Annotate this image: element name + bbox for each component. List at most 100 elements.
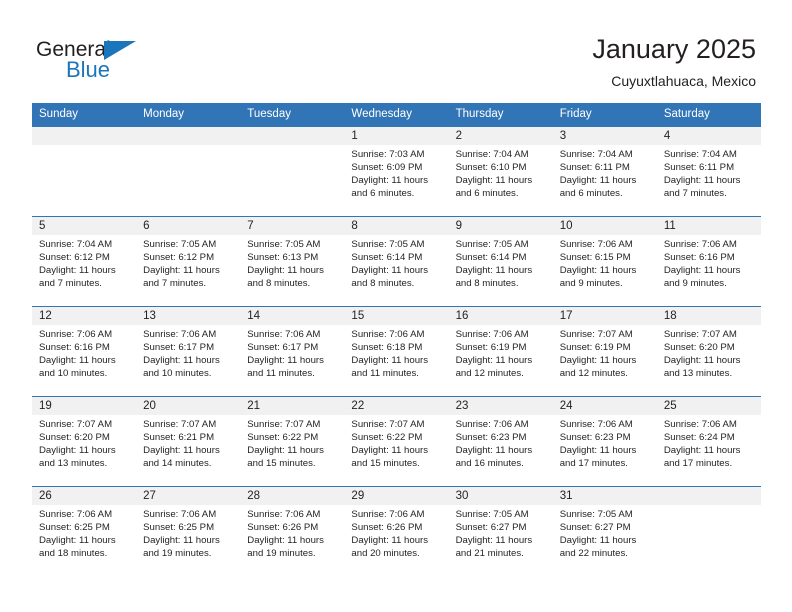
daylight-duration-line2: and 8 minutes. <box>455 278 519 289</box>
day-details: Sunrise: 7:07 AM Sunset: 6:22 PM Daylight:… <box>344 415 448 470</box>
daylight-duration-line1: Daylight: 11 hours <box>455 445 533 456</box>
day-cell-inner: 16 Sunrise: 7:06 AM Sunset: 6:19 PM Dayligh… <box>448 307 553 396</box>
calendar-day-cell[interactable]: 18 Sunrise: 7:07 AM Sunset: 6:20 PM Dayligh… <box>656 306 761 397</box>
day-number: 27 <box>136 487 241 505</box>
calendar-day-cell[interactable]: 8 Sunrise: 7:05 AM Sunset: 6:14 PM Daylight… <box>344 216 449 307</box>
sunset-time: Sunset: 6:17 PM <box>143 342 215 353</box>
daylight-duration-line1: Daylight: 11 hours <box>559 535 637 546</box>
daylight-duration-line2: and 6 minutes. <box>351 188 415 199</box>
daylight-duration-line1: Daylight: 11 hours <box>39 355 116 366</box>
day-cell-inner: 8 Sunrise: 7:05 AM Sunset: 6:14 PM Daylight… <box>344 217 449 306</box>
calendar-week-row: 5 Sunrise: 7:04 AM Sunset: 6:12 PM Daylight… <box>32 216 761 307</box>
calendar-day-cell[interactable]: 6 Sunrise: 7:05 AM Sunset: 6:12 PM Daylight… <box>136 216 241 307</box>
day-details: Sunrise: 7:06 AM Sunset: 6:18 PM Daylight:… <box>344 325 448 380</box>
calendar-day-cell[interactable]: 21 Sunrise: 7:07 AM Sunset: 6:22 PM Dayligh… <box>240 396 345 487</box>
daylight-duration-line1: Daylight: 11 hours <box>39 265 116 276</box>
sunset-time: Sunset: 6:25 PM <box>143 522 215 533</box>
daylight-duration-line2: and 20 minutes. <box>351 548 420 559</box>
day-number: 14 <box>240 307 345 325</box>
sunrise-time: Sunrise: 7:07 AM <box>39 419 113 430</box>
sunrise-time: Sunrise: 7:07 AM <box>663 329 737 340</box>
calendar-week-row: 1 Sunrise: 7:03 AM Sunset: 6:09 PM Daylight… <box>32 126 761 217</box>
daylight-duration-line2: and 22 minutes. <box>559 548 628 559</box>
daylight-duration-line2: and 17 minutes. <box>663 458 733 469</box>
sunset-time: Sunset: 6:14 PM <box>455 252 527 263</box>
daylight-duration-line2: and 11 minutes. <box>351 368 419 379</box>
daylight-duration-line1: Daylight: 11 hours <box>143 445 220 456</box>
calendar-day-cell[interactable]: 2 Sunrise: 7:04 AM Sunset: 6:10 PM Daylight… <box>448 126 553 217</box>
sunset-time: Sunset: 6:19 PM <box>455 342 527 353</box>
day-cell-inner: 19 Sunrise: 7:07 AM Sunset: 6:20 PM Dayligh… <box>32 397 137 486</box>
calendar-day-cell[interactable]: 15 Sunrise: 7:06 AM Sunset: 6:18 PM Dayligh… <box>344 306 449 397</box>
day-number: 24 <box>552 397 657 415</box>
day-cell-inner: 6 Sunrise: 7:05 AM Sunset: 6:12 PM Daylight… <box>136 217 241 306</box>
sunset-time: Sunset: 6:11 PM <box>663 162 735 173</box>
calendar-day-cell[interactable]: 24 Sunrise: 7:06 AM Sunset: 6:23 PM Dayligh… <box>552 396 657 487</box>
day-cell-inner: 29 Sunrise: 7:06 AM Sunset: 6:26 PM Dayligh… <box>344 487 449 577</box>
calendar-week-row: 19 Sunrise: 7:07 AM Sunset: 6:20 PM Dayligh… <box>32 396 761 487</box>
sunrise-time: Sunrise: 7:07 AM <box>247 419 321 430</box>
day-details <box>657 505 761 508</box>
daylight-duration-line1: Daylight: 11 hours <box>351 265 429 276</box>
calendar-week-row: 26 Sunrise: 7:06 AM Sunset: 6:25 PM Dayligh… <box>32 486 761 577</box>
calendar-day-cell[interactable]: 4 Sunrise: 7:04 AM Sunset: 6:11 PM Daylight… <box>656 126 761 217</box>
calendar-day-cell[interactable]: 3 Sunrise: 7:04 AM Sunset: 6:11 PM Daylight… <box>552 126 657 217</box>
calendar-day-cell[interactable]: 28 Sunrise: 7:06 AM Sunset: 6:26 PM Dayligh… <box>240 486 345 577</box>
day-details: Sunrise: 7:04 AM Sunset: 6:11 PM Daylight:… <box>657 145 761 200</box>
calendar-day-cell[interactable]: 1 Sunrise: 7:03 AM Sunset: 6:09 PM Daylight… <box>344 126 449 217</box>
calendar-day-cell[interactable]: 14 Sunrise: 7:06 AM Sunset: 6:17 PM Dayligh… <box>240 306 345 397</box>
calendar-day-cell[interactable]: 26 Sunrise: 7:06 AM Sunset: 6:25 PM Dayligh… <box>32 486 137 577</box>
sunrise-time: Sunrise: 7:05 AM <box>143 239 217 250</box>
daylight-duration-line2: and 6 minutes. <box>455 188 519 199</box>
day-cell-inner: 23 Sunrise: 7:06 AM Sunset: 6:23 PM Dayligh… <box>448 397 553 486</box>
day-cell-inner: 21 Sunrise: 7:07 AM Sunset: 6:22 PM Dayligh… <box>240 397 345 486</box>
calendar-day-cell[interactable]: 22 Sunrise: 7:07 AM Sunset: 6:22 PM Dayligh… <box>344 396 449 487</box>
sunset-time: Sunset: 6:15 PM <box>559 252 631 263</box>
daylight-duration-line1: Daylight: 11 hours <box>143 535 220 546</box>
calendar-day-cell[interactable]: 13 Sunrise: 7:06 AM Sunset: 6:17 PM Dayligh… <box>136 306 241 397</box>
day-cell-inner <box>240 127 345 216</box>
calendar-day-cell[interactable]: 7 Sunrise: 7:05 AM Sunset: 6:13 PM Daylight… <box>240 216 345 307</box>
daylight-duration-line1: Daylight: 11 hours <box>351 355 429 366</box>
page-header: General Blue January 2025 Cuyuxtlahuaca,… <box>0 0 792 100</box>
calendar-day-cell[interactable]: 23 Sunrise: 7:06 AM Sunset: 6:23 PM Dayligh… <box>448 396 553 487</box>
daylight-duration-line2: and 15 minutes. <box>247 458 316 469</box>
daylight-duration-line2: and 9 minutes. <box>559 278 623 289</box>
calendar-day-cell[interactable]: 5 Sunrise: 7:04 AM Sunset: 6:12 PM Daylight… <box>32 216 137 307</box>
calendar-day-cell[interactable]: 17 Sunrise: 7:07 AM Sunset: 6:19 PM Dayligh… <box>552 306 657 397</box>
day-details: Sunrise: 7:06 AM Sunset: 6:17 PM Daylight:… <box>240 325 344 380</box>
calendar-day-cell[interactable]: 31 Sunrise: 7:05 AM Sunset: 6:27 PM Dayligh… <box>552 486 657 577</box>
calendar-day-cell[interactable]: 29 Sunrise: 7:06 AM Sunset: 6:26 PM Dayligh… <box>344 486 449 577</box>
day-cell-inner: 2 Sunrise: 7:04 AM Sunset: 6:10 PM Daylight… <box>448 127 553 216</box>
day-details: Sunrise: 7:06 AM Sunset: 6:26 PM Daylight:… <box>240 505 344 560</box>
calendar-day-cell[interactable]: 27 Sunrise: 7:06 AM Sunset: 6:25 PM Dayligh… <box>136 486 241 577</box>
day-cell-inner: 20 Sunrise: 7:07 AM Sunset: 6:21 PM Dayligh… <box>136 397 241 486</box>
daylight-duration-line1: Daylight: 11 hours <box>559 175 637 186</box>
day-number: 18 <box>656 307 761 325</box>
sunset-time: Sunset: 6:12 PM <box>39 252 110 263</box>
day-details: Sunrise: 7:06 AM Sunset: 6:15 PM Daylight:… <box>553 235 657 290</box>
sunrise-time: Sunrise: 7:07 AM <box>143 419 217 430</box>
day-number: 9 <box>448 217 553 235</box>
daylight-duration-line1: Daylight: 11 hours <box>39 535 116 546</box>
calendar-day-cell[interactable]: 11 Sunrise: 7:06 AM Sunset: 6:16 PM Dayligh… <box>656 216 761 307</box>
calendar-day-cell[interactable]: 12 Sunrise: 7:06 AM Sunset: 6:16 PM Dayligh… <box>32 306 137 397</box>
calendar-day-cell[interactable]: 19 Sunrise: 7:07 AM Sunset: 6:20 PM Dayligh… <box>32 396 137 487</box>
brand-logo[interactable]: General Blue <box>36 38 206 84</box>
calendar-day-cell[interactable]: 9 Sunrise: 7:05 AM Sunset: 6:14 PM Daylight… <box>448 216 553 307</box>
calendar-day-cell[interactable]: 10 Sunrise: 7:06 AM Sunset: 6:15 PM Dayligh… <box>552 216 657 307</box>
daylight-duration-line1: Daylight: 11 hours <box>247 355 324 366</box>
calendar-page: General Blue January 2025 Cuyuxtlahuaca,… <box>0 0 792 612</box>
daylight-duration-line2: and 10 minutes. <box>39 368 108 379</box>
daylight-duration-line1: Daylight: 11 hours <box>143 265 220 276</box>
calendar-cell-empty <box>656 486 761 577</box>
day-number: 15 <box>344 307 449 325</box>
daylight-duration-line1: Daylight: 11 hours <box>455 535 533 546</box>
calendar-day-cell[interactable]: 25 Sunrise: 7:06 AM Sunset: 6:24 PM Dayligh… <box>656 396 761 487</box>
day-number <box>656 487 761 505</box>
calendar-day-cell[interactable]: 16 Sunrise: 7:06 AM Sunset: 6:19 PM Dayligh… <box>448 306 553 397</box>
sunrise-time: Sunrise: 7:03 AM <box>351 149 425 160</box>
calendar-day-cell[interactable]: 20 Sunrise: 7:07 AM Sunset: 6:21 PM Dayligh… <box>136 396 241 487</box>
calendar-day-cell[interactable]: 30 Sunrise: 7:05 AM Sunset: 6:27 PM Dayligh… <box>448 486 553 577</box>
daylight-duration-line2: and 16 minutes. <box>455 458 524 469</box>
